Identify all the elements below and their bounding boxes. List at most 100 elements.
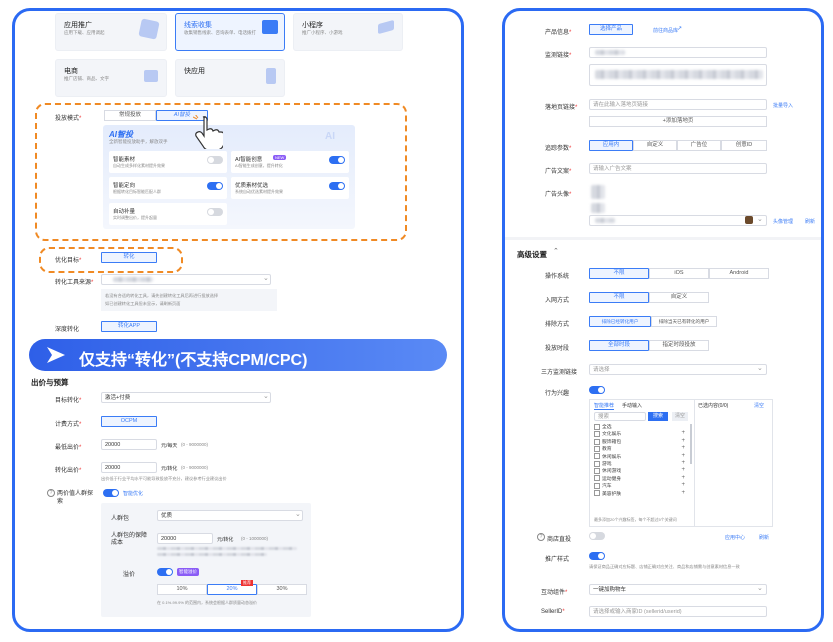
mode-normal-button[interactable]: 常规投放: [104, 110, 156, 121]
list-item[interactable]: 文化娱乐 +: [594, 430, 688, 437]
os-label: 操作系统: [545, 274, 570, 280]
product-link[interactable]: 前往商品库: [653, 27, 678, 34]
list-item[interactable]: 汽车 +: [594, 482, 688, 489]
expand-icon[interactable]: +: [681, 460, 685, 466]
component-select[interactable]: 一键加购物车: [589, 584, 767, 595]
method-button[interactable]: OCPM: [101, 416, 157, 427]
target-select[interactable]: 激活+付费: [101, 392, 271, 403]
exclude-option-2[interactable]: 排除当天已有转化的用户: [651, 316, 717, 327]
ai-item-title: 智能素材: [113, 157, 136, 163]
list-item[interactable]: 游戏 +: [594, 460, 688, 467]
exclude-label: 排除方式: [545, 322, 570, 328]
list-item[interactable]: 服饰箱包 +: [594, 438, 688, 445]
tracking-option-1[interactable]: 应用内: [589, 140, 633, 151]
os-option-all[interactable]: 不限: [589, 268, 649, 279]
ai-item-toggle[interactable]: [207, 156, 223, 164]
card-title: 快应用: [184, 68, 205, 75]
store-toggle[interactable]: [589, 532, 605, 540]
cost-input[interactable]: 20000: [157, 533, 213, 544]
card-quickapp[interactable]: 快应用: [175, 59, 285, 97]
mode-label: 投放模式*: [55, 116, 82, 122]
expand-icon[interactable]: +: [681, 445, 685, 451]
tracking-option-2[interactable]: 自定义: [633, 140, 677, 151]
ad-text-label: 广告文案*: [545, 169, 572, 175]
list-item[interactable]: 教育 +: [594, 445, 688, 452]
card-title: 电商: [64, 68, 78, 75]
promo-toggle[interactable]: [589, 552, 605, 560]
landing-input[interactable]: 请在此输入落地页链接: [589, 99, 767, 110]
expand-icon[interactable]: +: [681, 430, 685, 436]
app-center-link[interactable]: 应用中心: [725, 534, 745, 541]
ai-item-toggle[interactable]: [207, 208, 223, 216]
list-item[interactable]: 休闲游戏 +: [594, 467, 688, 474]
behavior-clear-button[interactable]: 清空: [672, 412, 688, 421]
expand-icon[interactable]: +: [681, 482, 685, 488]
add-landing-button[interactable]: +添加落地页: [589, 116, 767, 127]
chevron-down-icon: ⌄: [757, 216, 763, 223]
ratio-label: 溢价: [123, 572, 136, 578]
ratio-option-30[interactable]: 30%: [257, 584, 307, 595]
expand-icon[interactable]: +: [681, 467, 685, 473]
list-item[interactable]: 美容护肤 +: [594, 490, 688, 497]
pack-select[interactable]: 优质: [157, 510, 303, 521]
avatar-select[interactable]: [589, 215, 767, 226]
third-select[interactable]: 请选择: [589, 364, 767, 375]
bulk-import-link[interactable]: 批量导入: [773, 102, 793, 109]
behavior-search-input[interactable]: 搜索: [594, 412, 646, 421]
time-option-custom[interactable]: 指定时段投放: [649, 340, 709, 351]
expand-icon[interactable]: +: [681, 453, 685, 459]
behavior-tab-recommend[interactable]: 智能推荐: [594, 402, 615, 410]
advanced-toggle-label: 智能优化: [123, 491, 144, 497]
ad-text-input[interactable]: 请输入广告文案: [589, 163, 767, 174]
target-label: 目标转化*: [55, 398, 82, 404]
ratio-toggle[interactable]: [157, 568, 173, 576]
store-refresh-link[interactable]: 刷新: [759, 534, 769, 541]
list-item[interactable]: 休闲娱乐 +: [594, 453, 688, 460]
behavior-search-button[interactable]: 搜索: [648, 412, 668, 421]
card-app[interactable]: 应用推广 应用下载、应用调起: [55, 13, 167, 51]
seller-input[interactable]: 请选择或输入商家ID (sellerid/userid): [589, 606, 767, 617]
entry-option-all[interactable]: 不限: [589, 292, 649, 303]
advanced-toggle[interactable]: [103, 489, 119, 497]
tracking-option-3[interactable]: 广告位: [677, 140, 721, 151]
expand-icon[interactable]: +: [681, 490, 685, 496]
tracking-option-4[interactable]: 创意ID: [721, 140, 767, 151]
deep-conv-button[interactable]: 转化APP: [101, 321, 157, 332]
avatar-thumb: [745, 216, 753, 224]
os-option-ios[interactable]: iOS: [649, 268, 709, 279]
ai-item-toggle[interactable]: [207, 182, 223, 190]
ratio-option-10[interactable]: 10%: [157, 584, 207, 595]
opt-goal-button[interactable]: 转化: [101, 252, 157, 263]
recommend-tag: 推荐: [241, 580, 253, 586]
expand-icon[interactable]: +: [681, 475, 685, 481]
list-item[interactable]: 全选: [594, 423, 688, 430]
landing-label: 落地页链接*: [545, 105, 578, 111]
ai-item-toggle[interactable]: [329, 156, 345, 164]
list-item[interactable]: 运动健身 +: [594, 475, 688, 482]
card-miniprogram[interactable]: 小程序 推广小程序、小游戏: [293, 13, 403, 51]
os-option-android[interactable]: Android: [709, 268, 769, 279]
card-leads[interactable]: 线索收集 收集销售线索、咨询表单、电话拨打: [175, 13, 285, 51]
time-option-all[interactable]: 全部时段: [589, 340, 649, 351]
scrollbar[interactable]: [690, 424, 692, 464]
opt-goal-label: 优化目标*: [55, 258, 82, 264]
avatar-name: [595, 218, 615, 223]
ai-item-title: 自动补量: [113, 209, 136, 215]
avatar-manage-link[interactable]: 头像管理: [773, 218, 793, 225]
conv-source-label: 转化工具来源*: [55, 280, 94, 286]
behavior-tab-manual[interactable]: 手动输入: [622, 402, 642, 409]
select-product-button[interactable]: 选择产品: [589, 24, 633, 35]
ai-item-toggle[interactable]: [329, 182, 345, 190]
card-ecommerce[interactable]: 电商 推广店铺、商品、文字: [55, 59, 167, 97]
exclude-option-1[interactable]: 排除已经转化用户: [589, 316, 651, 327]
behavior-toggle[interactable]: [589, 386, 605, 394]
avatar-refresh-link[interactable]: 刷新: [805, 218, 815, 225]
budget-input[interactable]: 20000: [101, 439, 157, 450]
selected-clear-link[interactable]: 清空: [754, 402, 764, 409]
expand-icon[interactable]: +: [681, 438, 685, 444]
entry-label: 入网方式: [545, 298, 570, 304]
chevron-up-icon: ⌃: [553, 248, 559, 255]
avatar-label: 广告头像*: [545, 192, 572, 198]
bid-input[interactable]: 20000: [101, 462, 157, 473]
entry-option-custom[interactable]: 自定义: [649, 292, 709, 303]
